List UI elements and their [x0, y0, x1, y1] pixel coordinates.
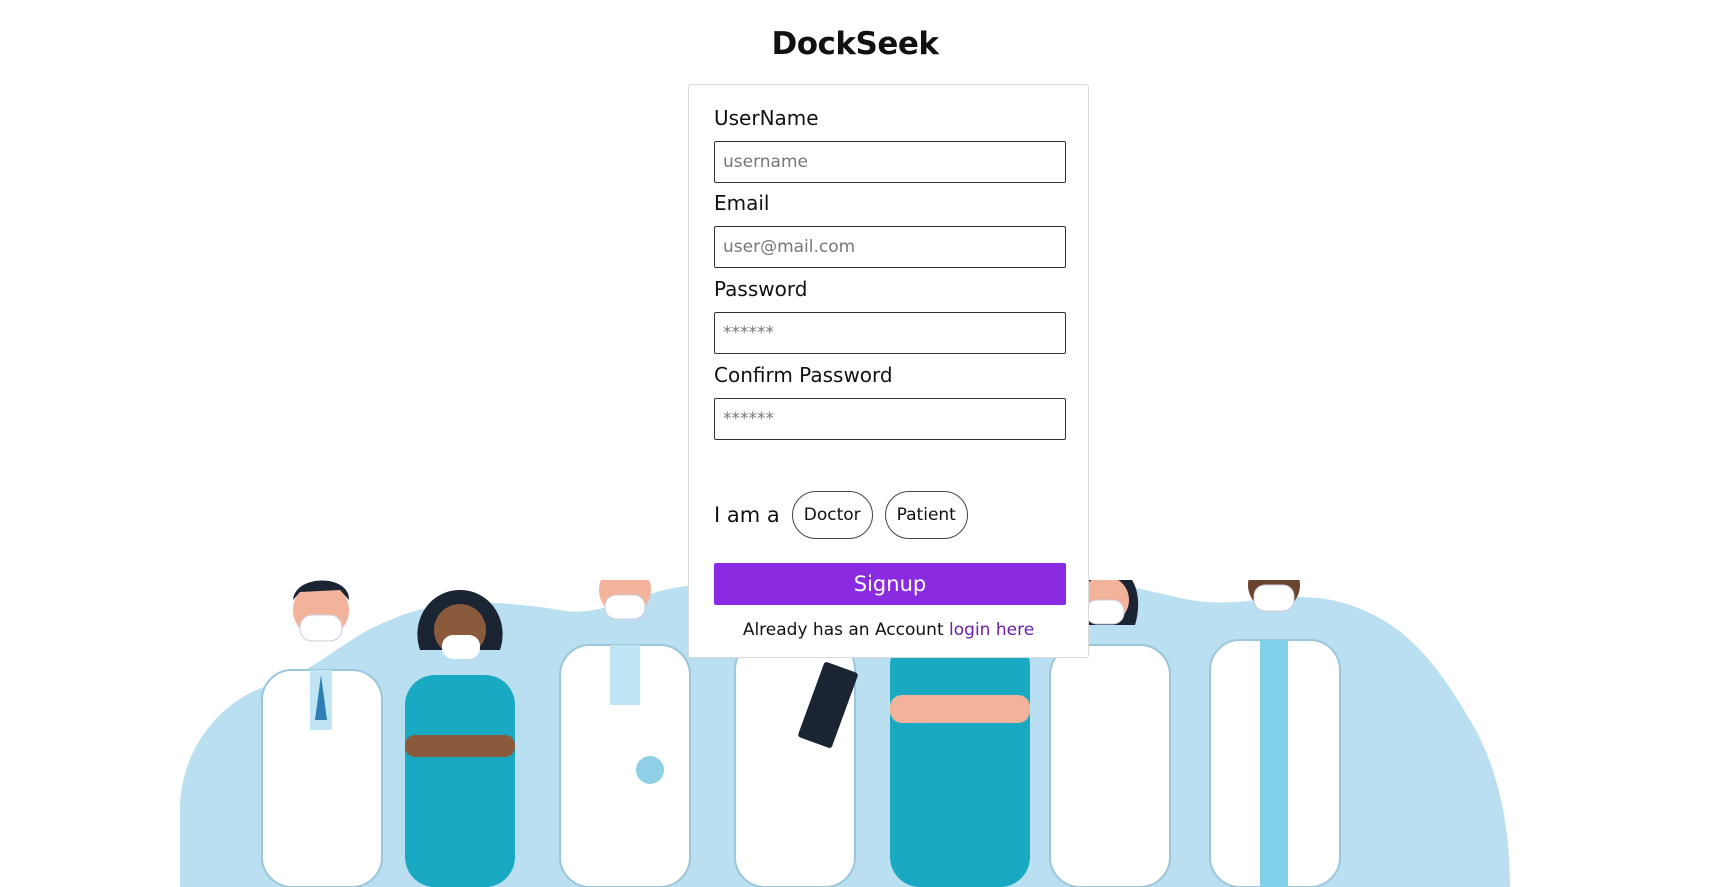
confirm-password-input[interactable]: [714, 398, 1066, 440]
login-prompt: Already has an Account login here: [689, 620, 1088, 640]
password-input[interactable]: [714, 312, 1066, 354]
confirm-password-label: Confirm Password: [714, 363, 893, 387]
app-title: DockSeek: [771, 26, 939, 62]
password-label: Password: [714, 277, 808, 301]
signup-card: UserName Email Password Confirm Password…: [688, 84, 1089, 658]
username-input[interactable]: [714, 141, 1066, 183]
doctor-figure-1: [261, 580, 383, 887]
role-selector: I am a Doctor Patient: [714, 490, 980, 540]
email-input[interactable]: [714, 226, 1066, 268]
role-label: I am a: [714, 503, 780, 527]
login-prompt-text: Already has an Account: [742, 620, 944, 640]
nurse-figure-1: [405, 590, 515, 887]
signup-button[interactable]: Signup: [714, 563, 1066, 605]
role-patient-button[interactable]: Patient: [884, 491, 968, 539]
login-link[interactable]: login here: [949, 620, 1034, 640]
role-doctor-button[interactable]: Doctor: [791, 491, 873, 539]
username-label: UserName: [714, 106, 819, 130]
email-label: Email: [714, 191, 770, 215]
